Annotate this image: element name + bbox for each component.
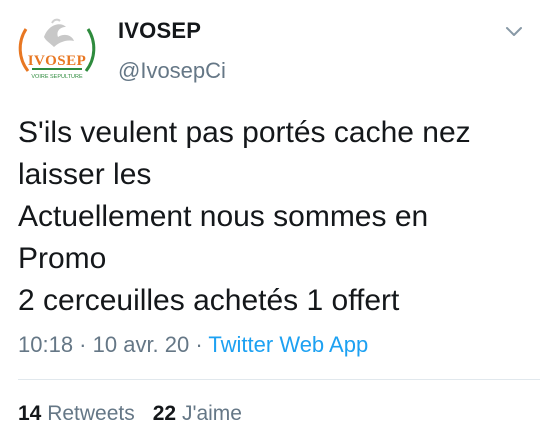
tweet-line: Promo <box>18 242 107 275</box>
retweets-stat[interactable]: 14 Retweets <box>18 402 135 425</box>
tweet-meta: 10:18 · 10 avr. 20 · Twitter Web App <box>18 332 368 358</box>
tweet-line: 2 cerceuilles achetés 1 offert <box>18 284 400 317</box>
ivosep-logo-icon: IVOSEP VOIRE SEPULTURE <box>15 8 99 92</box>
chevron-down-icon[interactable] <box>503 20 525 42</box>
avatar[interactable]: IVOSEP VOIRE SEPULTURE <box>14 7 100 93</box>
avatar-wordmark: IVOSEP <box>28 53 87 69</box>
tweet-stats: 14 Retweets 22 J'aime <box>18 402 242 426</box>
display-name[interactable]: IVOSEP <box>118 18 201 44</box>
tweet-line: laisser les <box>18 158 152 191</box>
meta-separator: · <box>189 332 209 357</box>
retweets-label: Retweets <box>47 402 135 425</box>
divider <box>18 379 540 380</box>
avatar-subtext: VOIRE SEPULTURE <box>31 74 83 80</box>
tweet-text: S'ils veulent pas portés cache nez laiss… <box>18 112 528 322</box>
retweets-count: 14 <box>18 402 42 425</box>
tweet-date[interactable]: 10 avr. 20 <box>93 332 190 357</box>
meta-separator: · <box>73 332 93 357</box>
tweet-line: Actuellement nous sommes en <box>18 200 429 233</box>
tweet-time[interactable]: 10:18 <box>18 332 73 357</box>
likes-stat[interactable]: 22 J'aime <box>153 402 242 425</box>
likes-label: J'aime <box>181 402 242 425</box>
likes-count: 22 <box>152 402 177 425</box>
tweet: IVOSEP VOIRE SEPULTURE IVOSEP @IvosepCi … <box>0 0 540 439</box>
tweet-source-link[interactable]: Twitter Web App <box>208 332 368 357</box>
user-handle[interactable]: @IvosepCi <box>118 58 226 84</box>
tweet-line: S'ils veulent pas portés cache nez <box>18 116 471 149</box>
